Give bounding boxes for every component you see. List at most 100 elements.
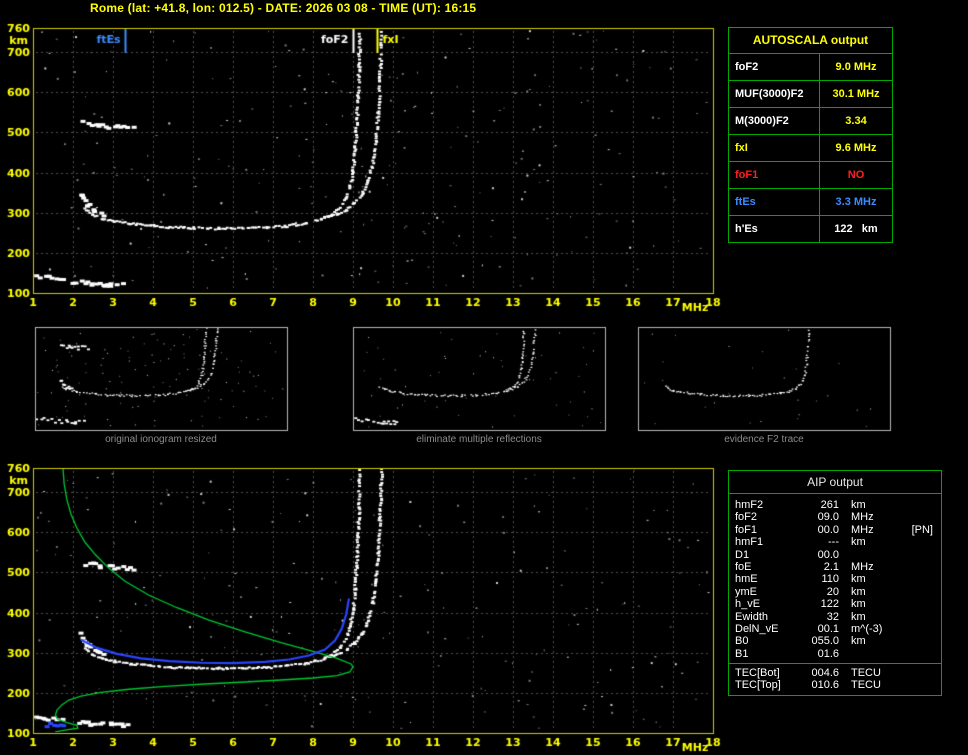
autoscala-row-MUF(3000)F2: MUF(3000)F2 30.1 MHz [729,81,892,108]
aip-unit: km [851,610,866,623]
parameter-value: 3.34 [845,115,867,127]
aip-label: TEC[Bot] [735,667,780,680]
aip-extra [907,536,941,548]
aip-extra [907,635,941,647]
parameter-value: NO [847,169,865,181]
aip-value: 01.6 [817,647,839,660]
aip-label: ymE [735,585,757,598]
aip-value: 00.0 [817,548,839,561]
thumbnail-caption-original: original ionogram resized [105,434,217,445]
aip-row-hmF1: hmF1 --- km [729,536,941,548]
autoscala-screen: Rome (lat: +41.8, lon: 012.5) - DATE: 20… [0,0,968,755]
aip-unit: km [851,598,866,611]
aip-unit: km [851,635,866,648]
parameter-label: M(3000)F2 [729,108,820,134]
autoscala-output-table: AUTOSCALA output foF2 9.0 MHz MUF(3000)F2 30… [728,27,893,243]
parameter-value: 9.6 MHz [835,142,877,154]
aip-unit: MHz [851,560,874,573]
aip-value: 055.0 [811,635,839,648]
aip-row-foE: foE 2.1 MHz [729,561,941,573]
aip-extra [907,511,941,523]
autoscala-row-h'Es: h'Es 122 km [729,216,892,242]
aip-value: 32 [826,610,839,623]
aip-value: 00.0 [817,523,839,536]
thumbnail-caption-evidence-f2: evidence F2 trace [724,434,804,445]
aip-row-B0: B0 055.0 km [729,635,941,647]
station-date-time-header: Rome (lat: +41.8, lon: 012.5) - DATE: 20… [90,1,477,15]
aip-table-title: AIP output [729,471,941,494]
aip-row-D1: D1 00.0 [729,549,941,561]
aip-extra [907,611,941,623]
aip-value: 004.6 [811,667,839,680]
aip-row-Ewidth: Ewidth 32 km [729,611,941,623]
autoscala-table-title: AUTOSCALA output [729,28,892,54]
aip-label: D1 [735,548,750,561]
aip-row-TEC[Bot]: TEC[Bot] 004.6 TECU [729,667,941,679]
aip-unit: MHz [851,511,874,524]
aip-unit: km [851,573,866,586]
aip-value: 261 [820,499,839,511]
autoscala-row-ftEs: ftEs 3.3 MHz [729,189,892,216]
aip-row-foF1: foF1 00.0 MHz [PN] [729,524,941,536]
aip-value: 2.1 [823,560,839,573]
aip-label: foE [735,560,752,573]
aip-unit: km [851,499,866,511]
parameter-label: fxI [729,135,820,161]
parameter-value: 30.1 MHz [832,88,880,100]
aip-row-h_vE: h_vE 122 km [729,598,941,610]
autoscala-row-fxI: fxI 9.6 MHz [729,135,892,162]
aip-label: foF2 [735,511,758,524]
aip-value: 09.0 [817,511,839,524]
aip-unit: km [851,536,866,549]
aip-unit: MHz [851,523,874,536]
aip-extra [907,648,941,660]
aip-label: hmE [735,573,758,586]
aip-extra [907,561,941,573]
aip-label: DelN_vE [735,622,779,635]
aip-value: 122 [820,598,839,611]
aip-extra [907,573,941,585]
parameter-value: 3.3 MHz [835,196,877,208]
parameter-label: h'Es [729,216,820,242]
aip-row-TEC[Top]: TEC[Top] 010.6 TECU [729,679,941,691]
parameter-label: foF2 [729,54,820,80]
aip-label: h_vE [735,598,761,611]
aip-unit: m^(-3) [851,622,883,635]
aip-label: hmF2 [735,499,764,511]
autoscala-row-M(3000)F2: M(3000)F2 3.34 [729,108,892,135]
aip-extra [907,499,941,511]
aip-unit: TECU [851,679,881,692]
aip-row-B1: B1 01.6 [729,648,941,660]
aip-label: TEC[Top] [735,679,781,692]
aip-extra [907,667,941,679]
aip-row-DelN_vE: DelN_vE 00.1 m^(-3) [729,623,941,635]
parameter-label: MUF(3000)F2 [729,81,820,107]
parameter-value: 9.0 MHz [835,61,877,73]
parameter-value: 122 km [834,223,878,235]
aip-label: foF1 [735,523,758,536]
aip-unit: km [851,585,866,598]
aip-row-hmE: hmE 110 km [729,573,941,585]
aip-extra [907,679,941,691]
aip-value: 110 [821,573,839,586]
autoscala-row-foF2: foF2 9.0 MHz [729,54,892,81]
aip-extra [907,549,941,561]
parameter-label: ftEs [729,189,820,215]
aip-value: 20 [826,585,839,598]
autoscala-row-foF1: foF1 NO [729,162,892,189]
aip-label: B0 [735,635,749,648]
aip-unit [839,549,907,561]
aip-value: --- [828,536,839,549]
aip-extra: [PN] [911,523,933,536]
parameter-label: foF1 [729,162,820,188]
aip-label: hmF1 [735,536,764,549]
aip-value: 00.1 [817,622,839,635]
aip-unit [839,648,907,660]
aip-row-foF2: foF2 09.0 MHz [729,511,941,523]
aip-unit: TECU [851,667,881,680]
aip-extra [907,623,941,635]
aip-label: Ewidth [735,610,769,623]
aip-output-table: AIP output hmF2 261 km foF2 09.0 MHz foF1 00.0 MH… [728,470,942,696]
aip-extra [907,586,941,598]
aip-value: 010.6 [811,679,839,692]
